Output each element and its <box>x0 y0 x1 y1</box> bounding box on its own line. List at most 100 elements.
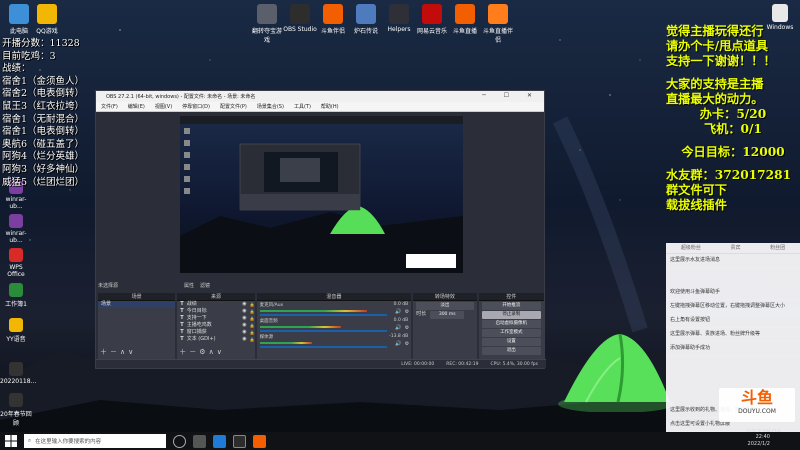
filters-button[interactable]: 滤镜 <box>200 282 210 289</box>
app-icon <box>389 4 409 24</box>
eye-icon[interactable]: ◉ <box>242 308 246 315</box>
danmaku-tab[interactable]: 超级粉丝 <box>681 245 701 252</box>
gear-icon[interactable]: ⚙ <box>405 341 409 347</box>
source-item[interactable]: T 支持一下 ◉ 🔒 <box>177 315 254 322</box>
desktop-icon[interactable]: 20220118... <box>0 362 36 385</box>
scene-tools[interactable]: ＋－∧∨ <box>100 347 136 357</box>
control-button[interactable]: 开始推流 <box>481 302 542 310</box>
stats-line: 阿狗4（烂分英雄） <box>2 151 85 163</box>
desktop-icon[interactable]: 斗鱼伴侣 <box>316 4 350 35</box>
obs-menu-item[interactable]: 场景集合(S) <box>257 103 284 110</box>
desktop-icon[interactable]: OBS Studio <box>283 4 317 33</box>
transition-select[interactable]: 淡出 <box>416 302 474 310</box>
properties-button[interactable]: 属性 <box>184 282 194 289</box>
taskbar-search[interactable]: ⌕ 在这里输入你要搜索的内容 <box>24 434 166 448</box>
stats-line: 威猛5（烂团烂团） <box>2 176 85 188</box>
window-controls[interactable]: ─ ☐ ✕ <box>482 92 540 99</box>
obs-menu-item[interactable]: 配置文件(P) <box>220 103 247 110</box>
desktop-icon[interactable]: 网易云音乐 <box>415 4 449 35</box>
preview-scene <box>180 116 463 273</box>
control-button[interactable]: 停止录制 <box>481 311 542 319</box>
stats-line: 宿舍1（电表倒转） <box>2 126 85 138</box>
eye-icon[interactable]: ◉ <box>242 315 246 322</box>
cortana-icon[interactable] <box>173 434 186 448</box>
obs-title-bar[interactable]: OBS 27.2.1 (64-bit, windows) - 配置文件: 未命名… <box>96 91 544 102</box>
desktop-icon-label: 斗鱼直播 <box>452 28 477 35</box>
speaker-icon[interactable]: 🔊 <box>395 325 401 331</box>
obs-window[interactable]: OBS 27.2.1 (64-bit, windows) - 配置文件: 未命名… <box>95 90 546 369</box>
obs-menu-item[interactable]: 编辑(E) <box>128 103 145 110</box>
no-source-label: 未选择源 <box>98 282 119 289</box>
volume-slider[interactable] <box>259 346 388 348</box>
controls-dock: 控件 开始推流 停止录制 启动虚拟摄像机 工作室模式 设置 退出 <box>478 293 545 359</box>
app-icon <box>9 214 23 228</box>
control-button[interactable]: 设置 <box>481 338 542 346</box>
app-icon <box>290 4 310 24</box>
task-view-icon[interactable] <box>193 434 206 448</box>
lock-icon[interactable]: 🔒 <box>250 336 255 343</box>
desktop-icon[interactable]: Helpers <box>382 4 416 33</box>
source-item[interactable]: T 主播吃鸡数 ◉ 🔒 <box>177 322 254 329</box>
gear-icon[interactable]: ⚙ <box>405 309 409 315</box>
edge-icon[interactable] <box>213 434 226 448</box>
desktop-icon-label: 20220118... <box>0 378 37 385</box>
mixer-dock: 混音器 麦克风/Aux 0.0 dB 🔊 ⚙ 桌面音频 0.0 dB 🔊 ⚙ 媒体源 -13.8 … <box>256 293 412 359</box>
source-item[interactable]: T 战绩 ◉ 🔒 <box>177 301 254 308</box>
desktop-icon[interactable]: 20年春节回顾 <box>0 393 32 427</box>
desktop-icon-label: 网易云音乐 <box>416 28 447 35</box>
lock-icon[interactable]: 🔒 <box>250 315 255 322</box>
control-button[interactable]: 工作室模式 <box>481 329 542 337</box>
obs-menu-item[interactable]: 帮助(H) <box>321 103 339 110</box>
desktop-icon[interactable]: WPS Office <box>0 248 32 278</box>
eye-icon[interactable]: ◉ <box>242 336 246 343</box>
source-tools[interactable]: ＋－⚙∧∨ <box>179 347 225 357</box>
mixer-track-db: 0.0 dB <box>393 302 409 307</box>
danmaku-tab[interactable]: 贵宾 <box>730 245 740 252</box>
windows-start-icon[interactable] <box>4 434 18 448</box>
desktop-icon-label: QQ游戏 <box>36 28 58 35</box>
obs-menu-item[interactable]: 工具(T) <box>294 103 311 110</box>
obs-menu-item[interactable]: 视图(V) <box>155 103 172 110</box>
source-item[interactable]: T 窗口捕获 ◉ 🔒 <box>177 329 254 336</box>
source-item[interactable]: T 文本 (GDI+) ◉ 🔒 <box>177 336 254 343</box>
desktop-icon[interactable]: 斗鱼直播 <box>448 4 482 35</box>
desktop-icon[interactable]: 工作簿1 <box>0 283 32 308</box>
source-item[interactable]: T 今日目标 ◉ 🔒 <box>177 308 254 315</box>
lock-icon[interactable]: 🔒 <box>250 301 255 308</box>
eye-icon[interactable]: ◉ <box>242 301 246 308</box>
eye-icon[interactable]: ◉ <box>242 329 246 336</box>
control-button[interactable]: 启动虚拟摄像机 <box>481 320 542 328</box>
danmaku-tab[interactable]: 粉丝团 <box>770 245 785 252</box>
desktop-icon[interactable]: 炉石传说 <box>349 4 383 35</box>
speaker-icon[interactable]: 🔊 <box>395 341 401 347</box>
desktop-icon[interactable]: QQ游戏 <box>30 4 64 35</box>
lock-icon[interactable]: 🔒 <box>250 322 255 329</box>
desktop-icon[interactable]: 斗鱼直播伴侣 <box>481 4 515 44</box>
control-button[interactable]: 退出 <box>481 347 542 355</box>
obs-menu-bar: 文件(F) 编辑(E) 视图(V) 停靠窗口(D) 配置文件(P) 场景集合(S) 工具(T… <box>96 102 544 112</box>
sources-header: 来源 <box>177 293 255 301</box>
lock-icon[interactable]: 🔒 <box>250 308 255 315</box>
volume-slider[interactable] <box>259 330 388 332</box>
gear-icon[interactable]: ⚙ <box>405 325 409 331</box>
speaker-icon[interactable]: 🔊 <box>395 309 401 315</box>
desktop-icon[interactable]: 翻转夺宝游戏 <box>250 4 284 44</box>
desktop-icon-label: 斗鱼直播伴侣 <box>482 28 513 44</box>
obs-menu-item[interactable]: 停靠窗口(D) <box>182 103 210 110</box>
obs-taskbar-icon[interactable] <box>233 434 246 448</box>
obs-menu-item[interactable]: 文件(F) <box>101 103 118 110</box>
mixer-list: 麦克风/Aux 0.0 dB 🔊 ⚙ 桌面音频 0.0 dB 🔊 ⚙ 媒体源 -13.8 dB 🔊 ⚙ <box>257 301 412 349</box>
obs-preview[interactable] <box>180 116 463 273</box>
eye-icon[interactable]: ◉ <box>242 322 246 329</box>
clock[interactable]: 22:40 2022/1/2 <box>748 434 770 448</box>
scene-item[interactable]: 场景 <box>98 301 176 308</box>
controls-header: 控件 <box>478 293 545 301</box>
lock-icon[interactable]: 🔒 <box>250 329 255 336</box>
desktop-icon[interactable]: winrar-ub... <box>0 214 32 244</box>
duration-input[interactable]: 300 ms <box>430 310 465 319</box>
volume-slider[interactable] <box>259 314 388 316</box>
desktop-icon[interactable]: YY语音 <box>0 318 32 343</box>
search-icon: ⌕ <box>28 437 32 444</box>
obs-title: OBS 27.2.1 (64-bit, windows) - 配置文件: 未命名… <box>106 94 256 100</box>
douyu-taskbar-icon[interactable] <box>253 434 266 448</box>
